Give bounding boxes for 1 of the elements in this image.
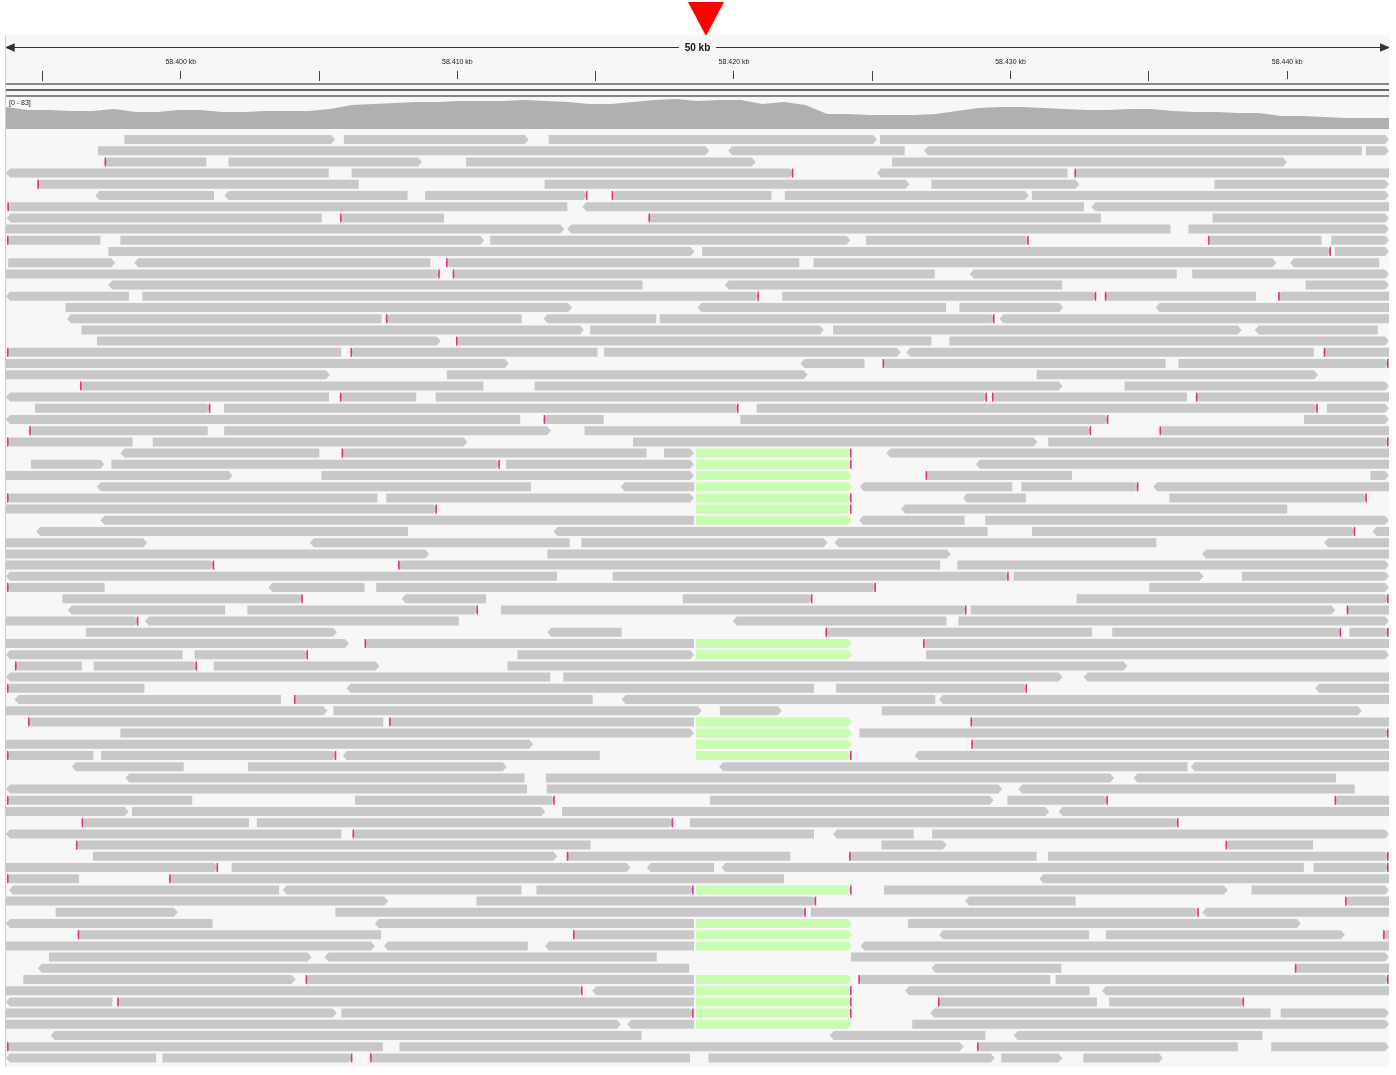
span-label: 50 kb: [684, 41, 711, 53]
